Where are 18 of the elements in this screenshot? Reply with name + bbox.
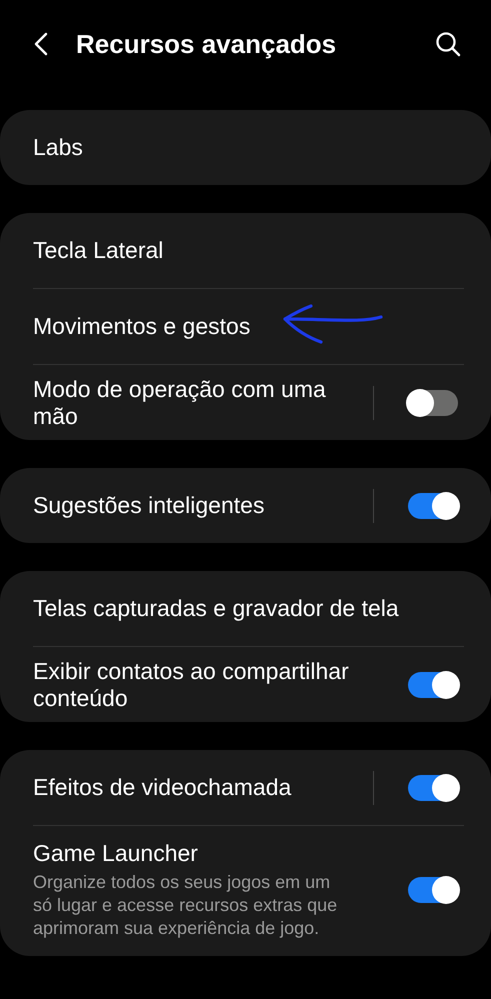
setting-description: Organize todos os seus jogos em um só lugar e acesse recursos extras que aprimoram sua experiência de jogo.	[33, 871, 338, 940]
setting-title[interactable]: Telas capturadas e gravador de tela	[33, 595, 438, 622]
toggle-switch[interactable]	[408, 672, 458, 698]
setting-title[interactable]: Tecla Lateral	[33, 237, 438, 264]
setting-title[interactable]: Modo de operação com uma mão	[33, 376, 353, 430]
toggle-switch[interactable]	[408, 774, 458, 800]
setting-title[interactable]: Game Launcher	[33, 840, 353, 867]
search-icon[interactable]	[435, 31, 461, 57]
setting-title[interactable]: Efeitos de videochamada	[33, 774, 353, 801]
back-icon[interactable]	[34, 32, 48, 56]
setting-title[interactable]: Sugestões inteligentes	[33, 492, 353, 519]
toggle-switch[interactable]	[408, 492, 458, 518]
toggle-switch[interactable]	[408, 877, 458, 903]
setting-title[interactable]: Movimentos e gestos	[33, 313, 438, 340]
toggle-switch[interactable]	[408, 390, 458, 416]
page-title: Recursos avançados	[76, 28, 338, 60]
setting-title[interactable]: Labs	[33, 134, 438, 161]
setting-title[interactable]: Exibir contatos ao compartilhar conteúdo	[33, 658, 353, 712]
